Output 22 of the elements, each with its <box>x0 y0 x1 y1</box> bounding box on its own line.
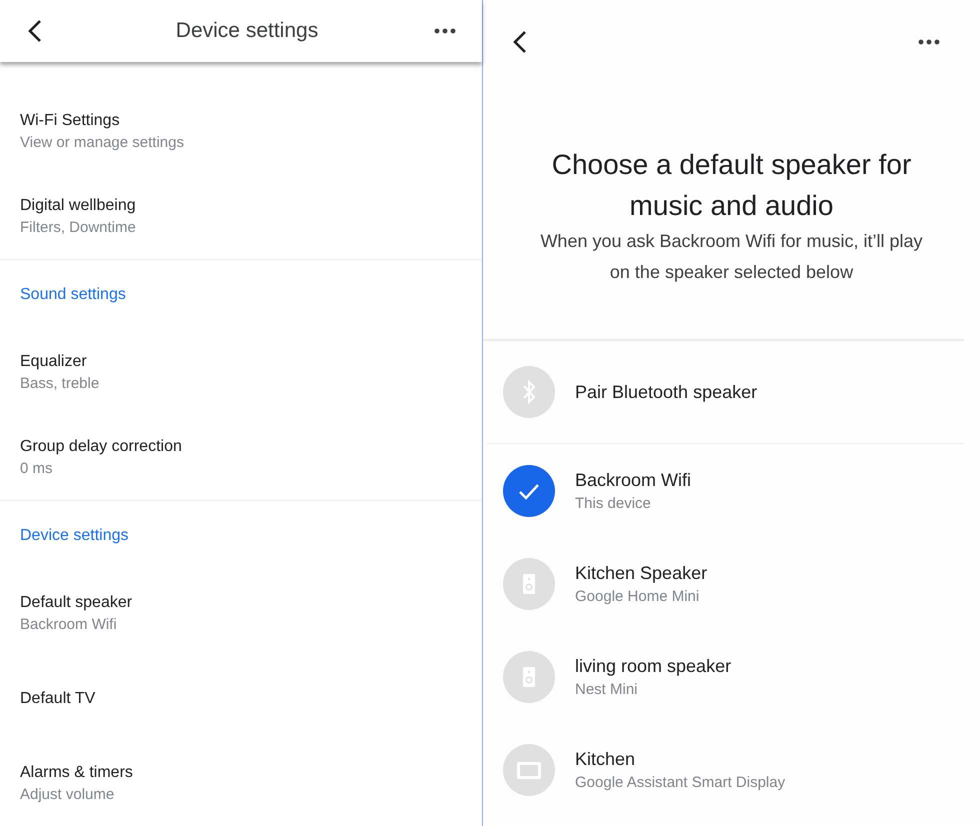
settings-item[interactable]: Equalizer Bass, treble <box>0 330 120 415</box>
settings-item[interactable]: Alarms & timers Adjust volume <box>0 741 153 826</box>
settings-item[interactable]: Digital wellbeing Filters, Downtime <box>0 174 156 259</box>
section-heading: Device settings <box>20 527 128 545</box>
pair-bluetooth-item[interactable]: Pair Bluetooth speaker <box>483 341 778 443</box>
description-text: When you ask Backroom Wifi for music, it’ll play on the speaker selected below <box>539 230 924 284</box>
page-heading: Choose a default speaker for music and audio <box>550 148 912 223</box>
speaker-option[interactable]: Kitchen Speaker Google Home Mini <box>483 537 728 630</box>
bluetooth-icon <box>503 366 555 418</box>
speaker-option[interactable]: Kitchen Google Assistant Smart Display <box>483 723 806 816</box>
speaker-option[interactable]: Backroom Wifi This device <box>483 444 712 537</box>
more-icon[interactable] <box>918 39 940 45</box>
settings-item[interactable]: Wi-Fi Settings View or manage settings <box>0 89 204 174</box>
settings-item[interactable]: Default speaker Backroom Wifi <box>0 571 152 656</box>
section-heading: Sound settings <box>20 286 126 304</box>
more-icon[interactable] <box>434 28 456 34</box>
back-icon[interactable] <box>513 30 527 54</box>
speaker-option[interactable]: living room speaker Nest Mini <box>483 630 752 723</box>
screen-title: Device settings <box>176 19 318 43</box>
settings-item[interactable]: Default TV <box>0 656 116 741</box>
settings-item[interactable]: Group delay correction 0 ms <box>0 415 202 500</box>
back-icon[interactable] <box>28 19 42 43</box>
